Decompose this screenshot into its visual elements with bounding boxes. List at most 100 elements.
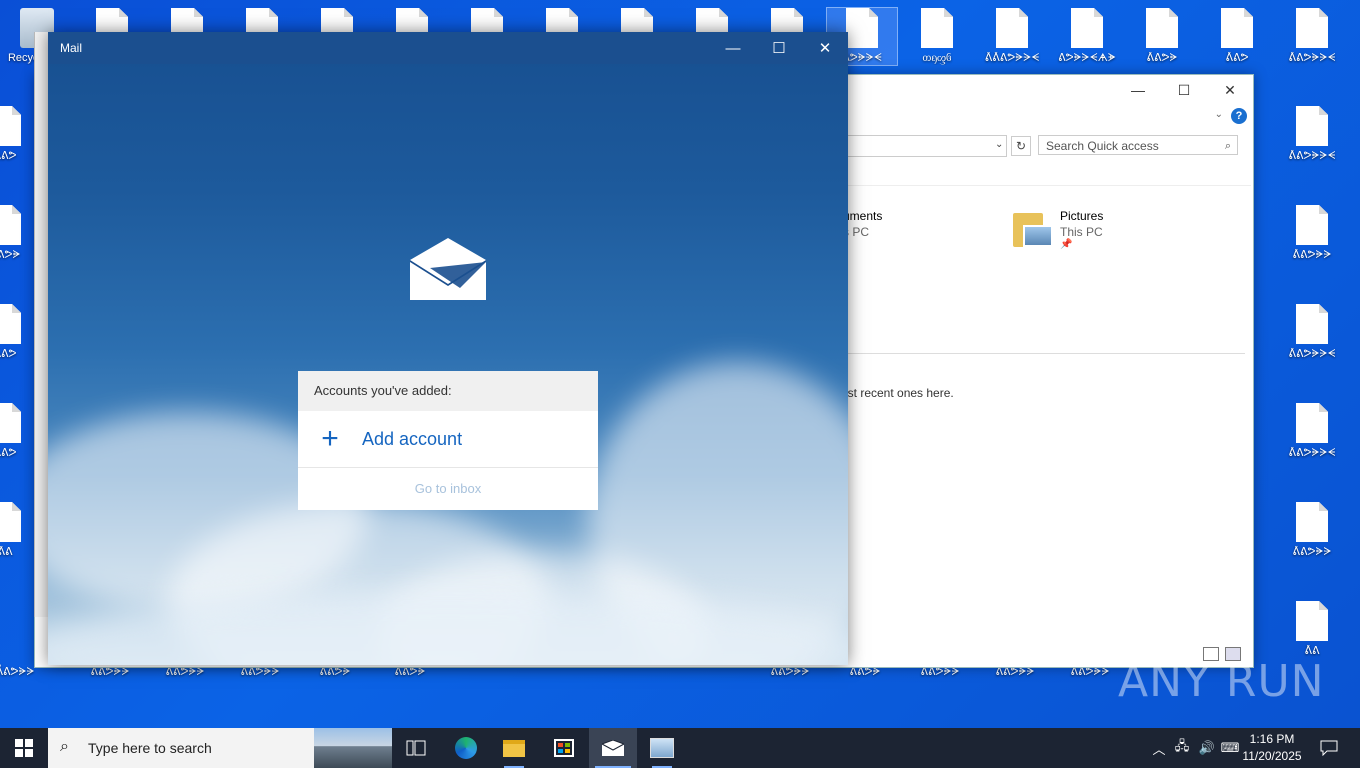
address-dropdown-icon[interactable]: ⌄	[995, 139, 1003, 150]
desktop-file-label: ᕔᕕᕗᗓᗔ	[1292, 249, 1332, 261]
item-location: This PC	[1060, 225, 1103, 239]
file-icon	[0, 205, 21, 245]
desktop-file-label: ᕔᕕᕗᗓᗔᗕ	[1288, 52, 1336, 64]
store-icon	[554, 739, 574, 757]
pin-icon: 📌	[1060, 239, 1073, 250]
desktop-file-label: ᕔᕕᕗᗓᗔᗕ	[1288, 348, 1336, 360]
quick-access-documents[interactable]: uments s PC	[843, 209, 882, 239]
mail-envelope-icon	[410, 238, 486, 300]
desktop-file-icon[interactable]: ᦎᦏᦐᦑ	[902, 8, 972, 65]
desktop-file-label: ᕕᕗᗓᗔᗕᗗᗘ	[1058, 52, 1116, 64]
desktop-file-icon[interactable]: ᕕᕗᗓᗔᗕᗗᗘ	[1052, 8, 1122, 65]
file-icon	[846, 8, 878, 48]
file-icon	[0, 106, 21, 146]
file-explorer-taskbar-button[interactable]	[490, 728, 538, 768]
clock-time: 1:16 PM	[1249, 732, 1295, 746]
clock[interactable]: 1:16 PM 11/20/2025	[1236, 731, 1308, 765]
pictures-folder-icon	[1013, 211, 1053, 247]
search-icon: ⌕	[1224, 140, 1231, 152]
folder-icon	[503, 739, 525, 757]
minimize-button[interactable]: —	[710, 32, 756, 64]
explorer-window-controls: — ☐ ✕	[1115, 75, 1253, 105]
ribbon-expand-chevron-icon[interactable]: ⌄	[1215, 109, 1223, 120]
accounts-header: Accounts you've added:	[298, 371, 598, 411]
desktop-file-label: ᦎᦏᦐᦑ	[922, 52, 952, 64]
desktop-file-icon[interactable]: ᕔᕕᕗᗓᗔ	[1277, 502, 1347, 559]
mail-window-title: Mail	[60, 41, 83, 55]
file-icon	[1296, 601, 1328, 641]
desktop-file-icon[interactable]: ᕔᕕᕗᗓᗔᗕ	[1277, 304, 1347, 361]
file-icon	[0, 502, 21, 542]
explorer-search-input[interactable]: Search Quick access ⌕	[1038, 135, 1238, 155]
store-taskbar-button[interactable]	[540, 728, 588, 768]
go-to-inbox-button[interactable]: Go to inbox	[298, 468, 598, 510]
control-panel-taskbar-button[interactable]	[638, 728, 686, 768]
desktop-file-icon[interactable]: ᕔᕕᕗ	[1202, 8, 1272, 65]
desktop-file-label: ᕔᕕᕗᗓᗔᗕ	[1288, 150, 1336, 162]
add-account-label: Add account	[362, 428, 463, 449]
maximize-button[interactable]: ☐	[756, 32, 802, 64]
search-icon: ⌕	[60, 738, 69, 755]
file-icon	[1296, 106, 1328, 146]
desktop-file-label: ᕔᕔᕕᕗᗓᗔᗕ	[984, 52, 1040, 64]
divider	[835, 185, 1251, 186]
item-location: s PC	[843, 225, 870, 239]
file-icon	[1296, 8, 1328, 48]
desktop-file-icon[interactable]: ᕔᕕᕗᗓᗔᗕ	[1277, 106, 1347, 163]
desktop-file-label: ᕔᕕᕗᗓᗔᗕ	[1288, 447, 1336, 459]
desktop-file-label: ᕔᕕᕗ	[1225, 52, 1249, 64]
address-bar[interactable]	[835, 135, 1007, 157]
clock-date: 11/20/2025	[1242, 749, 1302, 763]
file-icon	[1071, 8, 1103, 48]
show-hidden-icons-chevron-icon[interactable]: ︿	[1150, 728, 1168, 768]
windows-logo-icon	[15, 739, 33, 757]
file-icon	[1146, 8, 1178, 48]
file-icon	[0, 403, 21, 443]
mail-taskbar-button[interactable]	[589, 728, 637, 768]
start-button[interactable]	[0, 728, 48, 768]
file-icon	[1296, 304, 1328, 344]
desktop-file-icon[interactable]: ᕔᕔᕕᕗᗓᗔᗕ	[977, 8, 1047, 65]
recent-files-empty-text: ost recent ones here.	[841, 386, 954, 400]
desktop-file-icon[interactable]: ᕔᕕᕗᗓ	[1127, 8, 1197, 65]
file-icon	[1296, 205, 1328, 245]
file-icon	[0, 304, 21, 344]
desktop-file-icon[interactable]: ᕔᕕᕗᗓᗔ	[1277, 205, 1347, 262]
background-window-edge	[34, 32, 49, 617]
watermark: ANY RUN	[1118, 656, 1325, 707]
file-icon	[1221, 8, 1253, 48]
network-icon[interactable]: 🖧	[1172, 728, 1192, 768]
mail-icon	[602, 740, 624, 756]
item-name: uments	[843, 209, 883, 223]
volume-icon[interactable]: 🔊	[1196, 728, 1218, 768]
mail-window[interactable]: Mail — ☐ ✕ Accounts you've added: + Add …	[48, 32, 848, 665]
search-highlight-image[interactable]	[314, 728, 392, 768]
desktop-file-icon[interactable]: ᕔᕕ	[1277, 601, 1347, 658]
desktop-file-icon[interactable]: ᕔᕕᕗᗓᗔᗕ	[1277, 403, 1347, 460]
taskbar-search-box[interactable]: ⌕ Type here to search	[48, 728, 392, 768]
desktop-file-icon[interactable]: ᕔᕕᕗᗓᗔᗕ	[1277, 8, 1347, 65]
add-account-button[interactable]: + Add account	[298, 411, 598, 468]
mail-title-bar[interactable]: Mail — ☐ ✕	[48, 32, 848, 64]
refresh-button[interactable]: ↻	[1011, 136, 1031, 156]
explorer-maximize-button[interactable]: ☐	[1161, 75, 1207, 105]
quick-access-pictures[interactable]: Pictures This PC 📌	[1013, 209, 1103, 250]
file-icon	[921, 8, 953, 48]
control-panel-icon	[650, 738, 674, 758]
task-view-icon	[406, 740, 426, 756]
item-name: Pictures	[1060, 209, 1104, 223]
notifications-button[interactable]	[1314, 728, 1344, 768]
file-icon	[1296, 403, 1328, 443]
task-view-button[interactable]	[392, 728, 440, 768]
desktop-file-label: ᕔᕕᕗᗓᗔ	[1292, 546, 1332, 558]
explorer-minimize-button[interactable]: —	[1115, 75, 1161, 105]
section-divider	[835, 353, 1245, 354]
accounts-panel: Accounts you've added: + Add account Go …	[298, 371, 598, 510]
explorer-close-button[interactable]: ✕	[1207, 75, 1253, 105]
edge-taskbar-button[interactable]	[442, 728, 490, 768]
help-icon[interactable]: ?	[1231, 108, 1247, 124]
close-button[interactable]: ✕	[802, 32, 848, 64]
taskbar-search-placeholder: Type here to search	[88, 740, 212, 756]
explorer-search-placeholder: Search Quick access	[1046, 139, 1159, 153]
file-icon	[996, 8, 1028, 48]
